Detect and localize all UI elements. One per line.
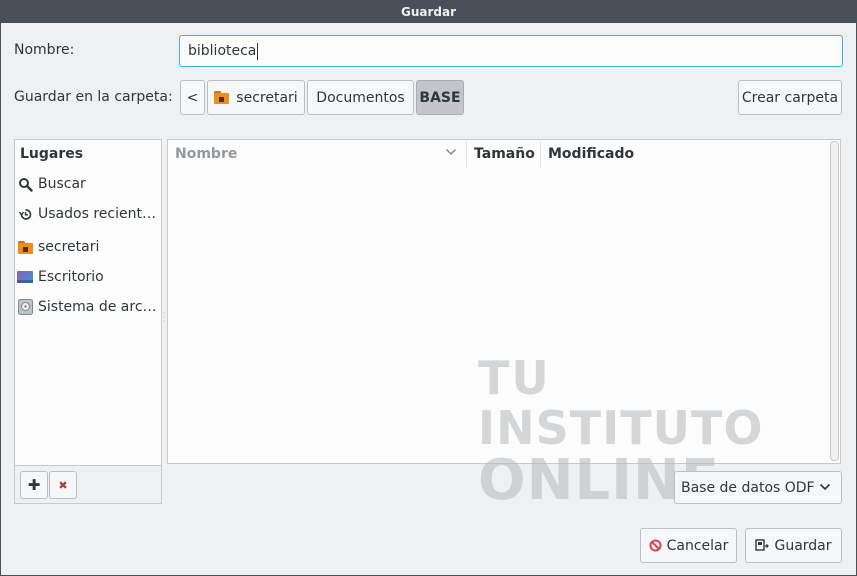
place-label: Usados recient… (38, 206, 156, 222)
column-separator (466, 141, 467, 167)
file-type-value: Base de datos ODF (681, 479, 815, 496)
place-label: Escritorio (38, 269, 104, 285)
path-segment-base[interactable]: BASE (416, 80, 464, 115)
column-modificado[interactable]: Modificado (548, 146, 634, 162)
plus-icon: ✚ (27, 476, 41, 494)
place-item-escritorio[interactable]: Escritorio (17, 266, 159, 288)
place-label: Buscar (38, 176, 86, 192)
add-place-button[interactable]: ✚ (20, 471, 48, 499)
place-item-filesystem[interactable]: Sistema de arc… (17, 296, 159, 318)
path-segment-label: Documentos (316, 89, 405, 106)
place-item-buscar[interactable]: Buscar (17, 173, 159, 195)
file-list[interactable] (167, 139, 841, 464)
cancel-label: Cancelar (666, 537, 729, 554)
place-label: Sistema de arc… (38, 299, 157, 315)
path-back-button[interactable]: < (180, 80, 205, 115)
place-label: secretari (38, 239, 100, 255)
chevron-down-icon (819, 480, 831, 496)
filename-input[interactable]: biblioteca (179, 35, 843, 67)
path-segment-label: secretari (236, 89, 298, 106)
file-type-select[interactable]: Base de datos ODF (674, 471, 842, 504)
chevron-down-icon (445, 145, 457, 161)
home-folder-icon (214, 91, 230, 104)
home-folder-icon (17, 239, 33, 255)
remove-place-button[interactable]: ✖ (49, 471, 77, 499)
places-header: Lugares (20, 146, 84, 162)
cancel-button[interactable]: Cancelar (640, 528, 737, 563)
remove-icon: ✖ (58, 478, 68, 492)
recent-icon (17, 206, 33, 222)
place-item-recent[interactable]: Usados recient… (17, 203, 159, 225)
column-tamano[interactable]: Tamaño (474, 146, 535, 162)
place-item-secretari[interactable]: secretari (17, 236, 159, 258)
file-list-scrollbar[interactable] (830, 141, 839, 461)
column-nombre[interactable]: Nombre (175, 146, 237, 162)
window-titlebar[interactable]: Guardar (0, 0, 857, 23)
save-icon (755, 538, 770, 553)
folder-label: Guardar en la carpeta: (14, 89, 173, 105)
path-segment-home[interactable]: secretari (207, 80, 305, 115)
name-label: Nombre: (14, 42, 75, 58)
create-folder-button[interactable]: Crear carpeta (738, 80, 842, 115)
drive-icon (17, 299, 33, 315)
text-caret (257, 42, 259, 60)
chevron-left-icon: < (186, 89, 199, 106)
window-title: Guardar (400, 4, 456, 19)
search-icon (17, 176, 33, 192)
cancel-icon (649, 539, 662, 552)
create-folder-label: Crear carpeta (741, 89, 839, 106)
desktop-icon (17, 269, 33, 285)
save-button[interactable]: Guardar (745, 528, 842, 563)
path-segment-label: BASE (419, 89, 461, 106)
splitter-handle[interactable]: · · · (162, 310, 166, 326)
filename-value: biblioteca (188, 43, 257, 59)
save-label: Guardar (774, 537, 832, 554)
path-segment-documentos[interactable]: Documentos (307, 80, 414, 115)
column-separator (540, 141, 541, 167)
